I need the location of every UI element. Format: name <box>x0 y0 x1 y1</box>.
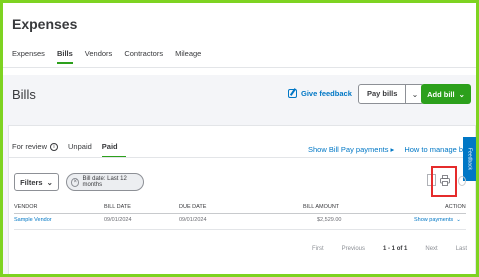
app-frame: Expenses Expenses Bills Vendors Contract… <box>0 0 479 277</box>
filters-button[interactable]: Filters ⌄ <box>14 173 59 191</box>
add-bill-label: Add bill <box>427 89 455 99</box>
due-date-cell: 09/01/2024 <box>179 217 207 223</box>
column-header-due-date[interactable]: DUE DATE <box>179 204 206 210</box>
table-row: Sample Vendor 09/01/2024 09/01/2024 $2,5… <box>14 216 466 228</box>
bill-status-tabs: For review i Unpaid Paid <box>12 142 126 158</box>
tab-bills[interactable]: Bills <box>56 49 73 64</box>
show-payments-action[interactable]: Show payments ⌄ <box>414 217 461 223</box>
tab-for-review[interactable]: For review i <box>12 142 59 158</box>
tab-unpaid[interactable]: Unpaid <box>68 142 92 158</box>
bill-date-cell: 09/01/2024 <box>104 217 132 223</box>
expenses-header: Expenses Expenses Bills Vendors Contract… <box>3 3 476 75</box>
table-row-divider <box>14 229 466 230</box>
feedback-edit-icon <box>288 89 297 98</box>
column-header-action: ACTION <box>445 204 466 210</box>
chevron-down-icon: ⌄ <box>454 217 461 223</box>
show-payments-label: Show payments <box>414 217 454 223</box>
header-divider <box>3 67 476 68</box>
remove-filter-icon[interactable]: × <box>71 177 80 187</box>
column-header-vendor[interactable]: VENDOR <box>14 204 38 210</box>
tab-for-review-label: For review <box>12 142 48 151</box>
table-header-divider <box>14 213 466 214</box>
bill-date-filter-label: Bill date: Last 12 months <box>82 176 127 188</box>
feedback-side-tab[interactable]: Feedback <box>463 137 476 181</box>
column-header-bill-amount[interactable]: BILL AMOUNT <box>303 204 339 210</box>
filters-label: Filters <box>20 177 43 187</box>
tab-paid[interactable]: Paid <box>101 142 126 158</box>
add-bill-button[interactable]: Add bill ⌄ <box>421 84 471 104</box>
tab-mileage[interactable]: Mileage <box>175 49 201 64</box>
vendor-link[interactable]: Sample Vendor <box>14 217 52 223</box>
bills-title: Bills <box>12 87 36 102</box>
tab-expenses[interactable]: Expenses <box>12 49 45 64</box>
info-icon[interactable]: i <box>50 142 59 151</box>
pagination: First Previous 1 - 1 of 1 Next Last <box>312 246 467 252</box>
chevron-down-icon: ⌄ <box>458 89 465 99</box>
give-feedback-label: Give feedback <box>301 89 352 98</box>
pay-bills-button[interactable]: Pay bills <box>359 85 405 103</box>
pagination-first[interactable]: First <box>312 246 324 252</box>
column-header-bill-date[interactable]: BILL DATE <box>104 204 131 210</box>
bills-help-links: Show Bill Pay payments ▸ How to manage b… <box>308 145 476 154</box>
settings-gear-icon[interactable] <box>458 176 466 186</box>
subtab-divider <box>8 157 463 158</box>
chevron-down-icon: ⌄ <box>46 177 53 187</box>
tab-vendors[interactable]: Vendors <box>85 49 113 64</box>
print-icon[interactable] <box>440 175 450 186</box>
pagination-current-range: 1 - 1 of 1 <box>383 246 408 252</box>
page-title: Expenses <box>12 16 78 32</box>
give-feedback-link[interactable]: Give feedback <box>288 89 352 98</box>
pagination-previous[interactable]: Previous <box>342 246 365 252</box>
pay-bills-split-button: Pay bills ⌄ <box>358 84 425 104</box>
bill-amount-cell: $2,529.00 <box>317 217 342 223</box>
show-bill-pay-payments-link[interactable]: Show Bill Pay payments ▸ <box>308 145 394 154</box>
tab-contractors[interactable]: Contractors <box>124 49 163 64</box>
chevron-down-icon: ⌄ <box>411 89 419 99</box>
bill-date-filter-chip[interactable]: × Bill date: Last 12 months <box>66 173 144 191</box>
pagination-next[interactable]: Next <box>425 246 437 252</box>
pagination-last[interactable]: Last <box>456 246 467 252</box>
expenses-tabs: Expenses Bills Vendors Contractors Milea… <box>12 49 201 64</box>
